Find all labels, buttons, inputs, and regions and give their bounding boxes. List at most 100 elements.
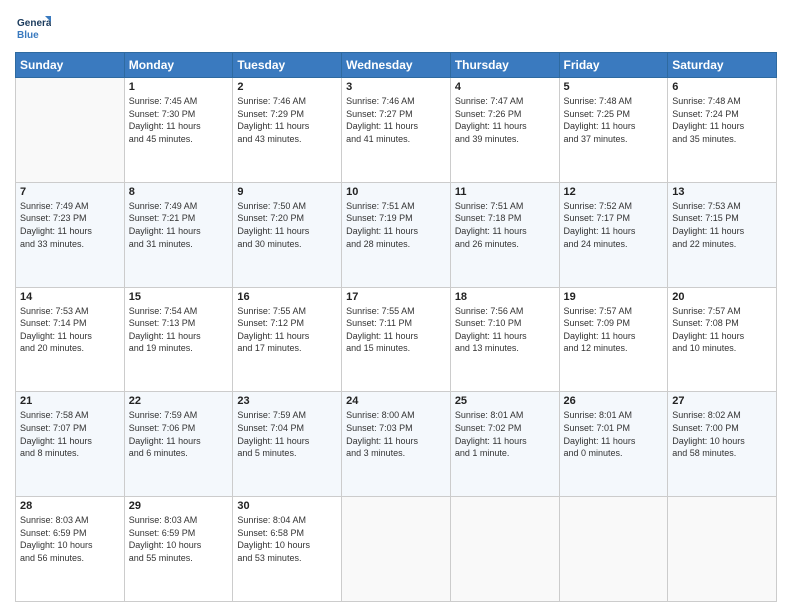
day-cell: 26 Sunrise: 8:01 AMSunset: 7:01 PMDayligh… — [559, 392, 668, 497]
day-info: Sunrise: 8:04 AMSunset: 6:58 PMDaylight:… — [237, 514, 337, 564]
day-info: Sunrise: 7:45 AMSunset: 7:30 PMDaylight:… — [129, 95, 229, 145]
day-number: 7 — [20, 186, 120, 198]
day-number: 13 — [672, 186, 772, 198]
day-number: 30 — [237, 500, 337, 512]
day-info: Sunrise: 7:57 AMSunset: 7:08 PMDaylight:… — [672, 305, 772, 355]
day-info: Sunrise: 8:01 AMSunset: 7:01 PMDaylight:… — [564, 409, 664, 459]
day-number: 6 — [672, 81, 772, 93]
day-cell: 7 Sunrise: 7:49 AMSunset: 7:23 PMDaylight… — [16, 182, 125, 287]
day-info: Sunrise: 7:53 AMSunset: 7:14 PMDaylight:… — [20, 305, 120, 355]
day-number: 24 — [346, 395, 446, 407]
day-cell — [342, 497, 451, 602]
day-cell: 9Sunrise: 7:50 AMSunset: 7:20 PMDaylight… — [233, 182, 342, 287]
day-cell: 30 Sunrise: 8:04 AMSunset: 6:58 PMDayligh… — [233, 497, 342, 602]
week-row-5: 28 Sunrise: 8:03 AMSunset: 6:59 PMDayligh… — [16, 497, 777, 602]
day-cell: 13 Sunrise: 7:53 AMSunset: 7:15 PMDayligh… — [668, 182, 777, 287]
day-info: Sunrise: 7:52 AMSunset: 7:17 PMDaylight:… — [564, 200, 664, 250]
week-row-2: 7 Sunrise: 7:49 AMSunset: 7:23 PMDaylight… — [16, 182, 777, 287]
day-cell: 5Sunrise: 7:48 AMSunset: 7:25 PMDaylight… — [559, 78, 668, 183]
page: General Blue SundayMondayTuesdayWednesda… — [0, 0, 792, 612]
day-cell: 11 Sunrise: 7:51 AMSunset: 7:18 PMDayligh… — [450, 182, 559, 287]
day-cell: 24 Sunrise: 8:00 AMSunset: 7:03 PMDayligh… — [342, 392, 451, 497]
day-info: Sunrise: 7:55 AMSunset: 7:12 PMDaylight:… — [237, 305, 337, 355]
day-cell: 6 Sunrise: 7:48 AMSunset: 7:24 PMDaylight… — [668, 78, 777, 183]
day-cell — [559, 497, 668, 602]
svg-text:Blue: Blue — [17, 30, 39, 41]
day-cell: 19 Sunrise: 7:57 AMSunset: 7:09 PMDayligh… — [559, 287, 668, 392]
day-number: 21 — [20, 395, 120, 407]
day-info: Sunrise: 7:59 AMSunset: 7:04 PMDaylight:… — [237, 409, 337, 459]
week-row-1: 1 Sunrise: 7:45 AMSunset: 7:30 PMDaylight… — [16, 78, 777, 183]
day-cell: 22Sunrise: 7:59 AMSunset: 7:06 PMDayligh… — [124, 392, 233, 497]
day-cell: 20 Sunrise: 7:57 AMSunset: 7:08 PMDayligh… — [668, 287, 777, 392]
day-info: Sunrise: 7:51 AMSunset: 7:19 PMDaylight:… — [346, 200, 446, 250]
day-cell: 18 Sunrise: 7:56 AMSunset: 7:10 PMDayligh… — [450, 287, 559, 392]
day-cell: 28 Sunrise: 8:03 AMSunset: 6:59 PMDayligh… — [16, 497, 125, 602]
calendar-table: SundayMondayTuesdayWednesdayThursdayFrid… — [15, 52, 777, 602]
day-info: Sunrise: 7:48 AMSunset: 7:25 PMDaylight:… — [564, 95, 664, 145]
day-cell: 1 Sunrise: 7:45 AMSunset: 7:30 PMDaylight… — [124, 78, 233, 183]
logo: General Blue — [15, 10, 51, 46]
week-row-4: 21 Sunrise: 7:58 AMSunset: 7:07 PMDayligh… — [16, 392, 777, 497]
header-row: SundayMondayTuesdayWednesdayThursdayFrid… — [16, 53, 777, 78]
day-number: 1 — [129, 81, 229, 93]
day-number: 17 — [346, 291, 446, 303]
day-number: 3 — [346, 81, 446, 93]
day-cell: 25 Sunrise: 8:01 AMSunset: 7:02 PMDayligh… — [450, 392, 559, 497]
day-info: Sunrise: 7:58 AMSunset: 7:07 PMDaylight:… — [20, 409, 120, 459]
day-cell: 17 Sunrise: 7:55 AMSunset: 7:11 PMDayligh… — [342, 287, 451, 392]
day-info: Sunrise: 7:48 AMSunset: 7:24 PMDaylight:… — [672, 95, 772, 145]
day-info: Sunrise: 7:46 AMSunset: 7:29 PMDaylight:… — [237, 95, 337, 145]
day-number: 18 — [455, 291, 555, 303]
day-info: Sunrise: 7:59 AMSunset: 7:06 PMDaylight:… — [129, 409, 229, 459]
logo-svg: General Blue — [15, 10, 51, 46]
day-number: 27 — [672, 395, 772, 407]
day-number: 2 — [237, 81, 337, 93]
day-number: 23 — [237, 395, 337, 407]
day-number: 29 — [129, 500, 229, 512]
day-cell: 14 Sunrise: 7:53 AMSunset: 7:14 PMDayligh… — [16, 287, 125, 392]
day-info: Sunrise: 7:57 AMSunset: 7:09 PMDaylight:… — [564, 305, 664, 355]
col-header-monday: Monday — [124, 53, 233, 78]
day-number: 25 — [455, 395, 555, 407]
day-info: Sunrise: 7:46 AMSunset: 7:27 PMDaylight:… — [346, 95, 446, 145]
day-cell: 4 Sunrise: 7:47 AMSunset: 7:26 PMDaylight… — [450, 78, 559, 183]
day-cell — [16, 78, 125, 183]
day-number: 19 — [564, 291, 664, 303]
day-cell: 10Sunrise: 7:51 AMSunset: 7:19 PMDayligh… — [342, 182, 451, 287]
day-cell — [668, 497, 777, 602]
day-info: Sunrise: 8:00 AMSunset: 7:03 PMDaylight:… — [346, 409, 446, 459]
day-number: 28 — [20, 500, 120, 512]
day-info: Sunrise: 8:03 AMSunset: 6:59 PMDaylight:… — [129, 514, 229, 564]
day-number: 8 — [129, 186, 229, 198]
col-header-tuesday: Tuesday — [233, 53, 342, 78]
day-cell: 21 Sunrise: 7:58 AMSunset: 7:07 PMDayligh… — [16, 392, 125, 497]
day-info: Sunrise: 7:49 AMSunset: 7:23 PMDaylight:… — [20, 200, 120, 250]
day-number: 20 — [672, 291, 772, 303]
day-info: Sunrise: 7:56 AMSunset: 7:10 PMDaylight:… — [455, 305, 555, 355]
day-info: Sunrise: 7:54 AMSunset: 7:13 PMDaylight:… — [129, 305, 229, 355]
day-info: Sunrise: 7:47 AMSunset: 7:26 PMDaylight:… — [455, 95, 555, 145]
day-cell: 3 Sunrise: 7:46 AMSunset: 7:27 PMDaylight… — [342, 78, 451, 183]
day-info: Sunrise: 8:01 AMSunset: 7:02 PMDaylight:… — [455, 409, 555, 459]
day-cell: 23 Sunrise: 7:59 AMSunset: 7:04 PMDayligh… — [233, 392, 342, 497]
header: General Blue — [15, 10, 777, 46]
day-number: 14 — [20, 291, 120, 303]
day-number: 11 — [455, 186, 555, 198]
day-number: 26 — [564, 395, 664, 407]
day-info: Sunrise: 7:53 AMSunset: 7:15 PMDaylight:… — [672, 200, 772, 250]
day-info: Sunrise: 8:03 AMSunset: 6:59 PMDaylight:… — [20, 514, 120, 564]
day-info: Sunrise: 7:55 AMSunset: 7:11 PMDaylight:… — [346, 305, 446, 355]
day-info: Sunrise: 7:49 AMSunset: 7:21 PMDaylight:… — [129, 200, 229, 250]
day-info: Sunrise: 7:51 AMSunset: 7:18 PMDaylight:… — [455, 200, 555, 250]
day-cell: 15Sunrise: 7:54 AMSunset: 7:13 PMDayligh… — [124, 287, 233, 392]
col-header-sunday: Sunday — [16, 53, 125, 78]
day-cell: 29 Sunrise: 8:03 AMSunset: 6:59 PMDayligh… — [124, 497, 233, 602]
day-cell: 8 Sunrise: 7:49 AMSunset: 7:21 PMDaylight… — [124, 182, 233, 287]
day-info: Sunrise: 8:02 AMSunset: 7:00 PMDaylight:… — [672, 409, 772, 459]
svg-text:General: General — [17, 18, 51, 29]
day-cell: 16Sunrise: 7:55 AMSunset: 7:12 PMDayligh… — [233, 287, 342, 392]
day-number: 4 — [455, 81, 555, 93]
day-number: 9 — [237, 186, 337, 198]
col-header-friday: Friday — [559, 53, 668, 78]
